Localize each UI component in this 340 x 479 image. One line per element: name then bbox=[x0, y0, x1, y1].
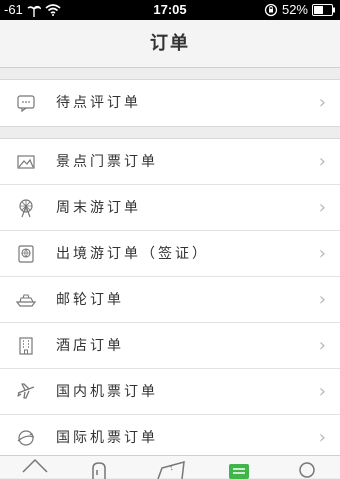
order-row-pending-review[interactable]: 待点评订单 › bbox=[0, 80, 340, 126]
rotation-lock-icon bbox=[264, 3, 278, 16]
page-title: 订单 bbox=[150, 33, 190, 54]
profile-icon[interactable] bbox=[292, 456, 322, 479]
chevron-right-icon: › bbox=[318, 381, 326, 402]
order-row-label: 酒店订单 bbox=[56, 338, 124, 354]
chevron-right-icon: › bbox=[318, 197, 326, 218]
home-icon[interactable] bbox=[20, 456, 50, 479]
order-row-weekend-trip[interactable]: 周末游订单 › bbox=[0, 185, 340, 231]
order-row-hotel[interactable]: 酒店订单 › bbox=[0, 323, 340, 369]
order-row-outbound-trip-visa[interactable]: 出境游订单（签证） › bbox=[0, 231, 340, 277]
chevron-right-icon: › bbox=[318, 335, 326, 356]
ticket-icon[interactable] bbox=[156, 456, 186, 479]
bag-icon[interactable] bbox=[84, 456, 114, 479]
battery-percent: 52% bbox=[281, 2, 308, 17]
chevron-right-icon: › bbox=[318, 92, 326, 113]
order-row-label: 出境游订单（签证） bbox=[56, 246, 209, 262]
chevron-right-icon: › bbox=[318, 243, 326, 264]
passport-icon bbox=[18, 245, 34, 263]
tab-bar bbox=[0, 455, 340, 479]
order-row-label: 待点评订单 bbox=[56, 95, 141, 111]
orders-icon[interactable] bbox=[224, 456, 254, 479]
picture-icon bbox=[17, 155, 35, 169]
status-bar: -61 17:05 52% bbox=[0, 0, 340, 20]
pending-review-group: 待点评订单 › bbox=[0, 79, 340, 127]
navigation-bar: 订单 bbox=[0, 20, 340, 68]
battery-icon bbox=[312, 3, 335, 16]
airplane-icon bbox=[17, 383, 35, 399]
cruise-ship-icon bbox=[16, 294, 36, 307]
comment-icon bbox=[17, 95, 35, 113]
orders-group: 景点门票订单 › 周末游订单 › 出境游订单（签证） › 邮轮订单 › 酒店订单… bbox=[0, 138, 340, 462]
order-row-cruise[interactable]: 邮轮订单 › bbox=[0, 277, 340, 323]
order-row-scenic-tickets[interactable]: 景点门票订单 › bbox=[0, 139, 340, 185]
order-row-domestic-flight[interactable]: 国内机票订单 › bbox=[0, 369, 340, 415]
order-row-label: 周末游订单 bbox=[56, 200, 141, 216]
chevron-right-icon: › bbox=[318, 151, 326, 172]
globe-plane-icon bbox=[17, 430, 35, 446]
order-row-label: 邮轮订单 bbox=[56, 292, 124, 308]
ferris-wheel-icon bbox=[19, 199, 33, 218]
order-row-label: 景点门票订单 bbox=[56, 154, 158, 170]
chevron-right-icon: › bbox=[318, 289, 326, 310]
order-row-label: 国内机票订单 bbox=[56, 384, 158, 400]
hotel-icon bbox=[19, 337, 33, 355]
